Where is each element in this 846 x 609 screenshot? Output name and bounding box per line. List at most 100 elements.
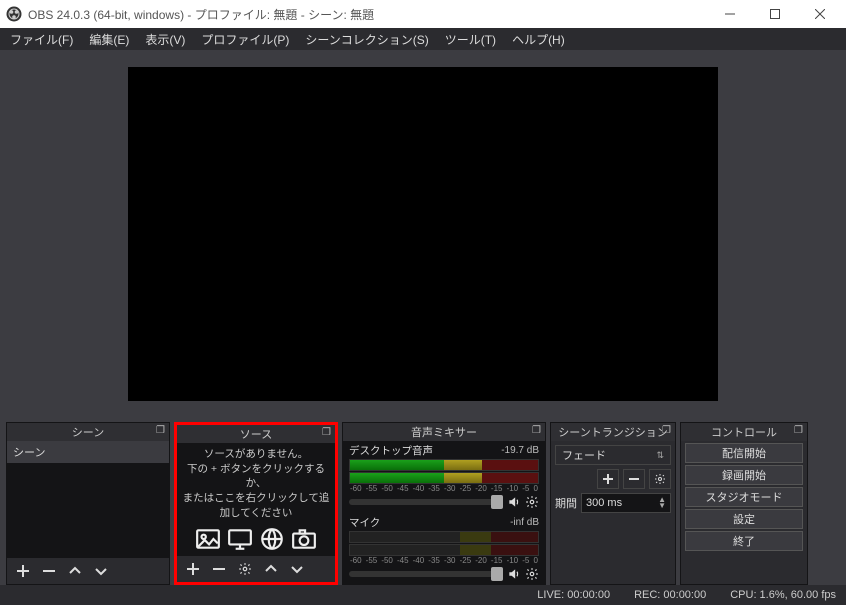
close-button[interactable] (797, 0, 842, 28)
speaker-icon[interactable] (507, 495, 521, 509)
preview-area (0, 50, 846, 418)
transition-selected: フェード (562, 447, 606, 463)
add-transition-button[interactable] (597, 469, 619, 489)
popout-icon[interactable]: ❐ (156, 425, 165, 436)
source-up-button[interactable] (259, 558, 283, 580)
source-down-button[interactable] (285, 558, 309, 580)
studio-mode-button[interactable]: スタジオモード (685, 487, 803, 507)
meter-scale: -60-55-50-45-40-35-30-25-20-15-10-50 (349, 556, 539, 565)
window-title: OBS 24.0.3 (64-bit, windows) - プロファイル: 無… (28, 6, 707, 23)
remove-scene-button[interactable] (37, 560, 61, 582)
menu-view[interactable]: 表示(V) (137, 29, 193, 50)
audio-meter (349, 459, 539, 471)
sources-list[interactable]: ソースがありません。 下の + ボタンをクリックするか、 またはここを右クリック… (177, 443, 335, 556)
speaker-icon[interactable] (507, 567, 521, 581)
controls-body: 配信開始 録画開始 スタジオモード 設定 終了 (681, 441, 807, 584)
maximize-button[interactable] (752, 0, 797, 28)
scenes-dock-header: シーン ❐ (7, 423, 169, 441)
menu-edit[interactable]: 編集(E) (81, 29, 137, 50)
menu-tools[interactable]: ツール(T) (437, 29, 504, 50)
status-cpu: CPU: 1.6%, 60.00 fps (730, 589, 836, 601)
mixer-channel-name: マイク (349, 515, 380, 530)
transition-dock: シーントランジション ❐ フェード ⇅ 期間 300 ms ▲▼ (550, 422, 676, 585)
transition-settings-button[interactable] (649, 469, 671, 489)
docks-row: シーン ❐ シーン ソース ❐ ソースがありません。 下の + ボタンをクリック… (0, 418, 846, 585)
remove-transition-button[interactable] (623, 469, 645, 489)
sources-dock-header: ソース ❐ (177, 425, 335, 443)
preview-canvas[interactable] (128, 67, 718, 401)
chevron-updown-icon: ⇅ (656, 450, 664, 461)
transition-duration-label: 期間 (555, 495, 577, 511)
scenes-toolbar (7, 558, 169, 584)
sources-dock-title: ソース (240, 426, 272, 442)
scenes-dock-title: シーン (72, 424, 104, 440)
mixer-body: デスクトップ音声 -19.7 dB -60-55-50-45-40-35-30-… (343, 441, 545, 584)
exit-button[interactable]: 終了 (685, 531, 803, 551)
source-properties-button[interactable] (233, 558, 257, 580)
sources-empty-state: ソースがありません。 下の + ボタンをクリックするか、 またはここを右クリック… (177, 443, 335, 556)
window-titlebar: OBS 24.0.3 (64-bit, windows) - プロファイル: 無… (0, 0, 846, 28)
popout-icon[interactable]: ❐ (794, 425, 803, 436)
menu-profile[interactable]: プロファイル(P) (193, 29, 297, 50)
sources-empty-line1: ソースがありません。 (204, 447, 308, 462)
mixer-dock-header: 音声ミキサー ❐ (343, 423, 545, 441)
settings-button[interactable]: 設定 (685, 509, 803, 529)
mixer-channel-name: デスクトップ音声 (349, 443, 433, 458)
audio-meter (349, 531, 539, 543)
transition-duration-value: 300 ms (586, 497, 622, 509)
popout-icon[interactable]: ❐ (662, 425, 671, 436)
audio-meter (349, 472, 539, 484)
camera-icon (291, 526, 317, 552)
sources-empty-line3: またはここを右クリックして追加してください (181, 491, 331, 520)
transition-duration-input[interactable]: 300 ms ▲▼ (581, 493, 671, 513)
start-streaming-button[interactable]: 配信開始 (685, 443, 803, 463)
controls-dock: コントロール ❐ 配信開始 録画開始 スタジオモード 設定 終了 (680, 422, 808, 585)
volume-slider[interactable] (349, 499, 503, 505)
mixer-channel-desktop: デスクトップ音声 -19.7 dB -60-55-50-45-40-35-30-… (343, 441, 545, 513)
display-icon (227, 526, 253, 552)
status-rec: REC: 00:00:00 (634, 589, 706, 601)
globe-icon (259, 526, 285, 552)
spinner-icon[interactable]: ▲▼ (658, 497, 666, 509)
statusbar: LIVE: 00:00:00 REC: 00:00:00 CPU: 1.6%, … (0, 585, 846, 605)
mixer-channel-db: -inf dB (510, 517, 539, 528)
transition-dock-title: シーントランジション (558, 424, 667, 440)
sources-toolbar (177, 556, 335, 582)
scene-down-button[interactable] (89, 560, 113, 582)
gear-icon[interactable] (525, 567, 539, 581)
transition-dock-header: シーントランジション ❐ (551, 423, 675, 441)
audio-meter (349, 544, 539, 556)
mixer-channel-mic: マイク -inf dB -60-55-50-45-40-35-30-25-20-… (343, 513, 545, 584)
popout-icon[interactable]: ❐ (532, 425, 541, 436)
controls-dock-title: コントロール (711, 424, 777, 440)
menu-help[interactable]: ヘルプ(H) (504, 29, 573, 50)
app-icon (6, 6, 22, 22)
status-live: LIVE: 00:00:00 (537, 589, 610, 601)
minimize-button[interactable] (707, 0, 752, 28)
add-source-button[interactable] (181, 558, 205, 580)
menubar: ファイル(F) 編集(E) 表示(V) プロファイル(P) シーンコレクション(… (0, 28, 846, 50)
sources-empty-line2: 下の + ボタンをクリックするか、 (181, 462, 331, 491)
mixer-dock-title: 音声ミキサー (411, 424, 477, 440)
add-scene-button[interactable] (11, 560, 35, 582)
controls-dock-header: コントロール ❐ (681, 423, 807, 441)
menu-file[interactable]: ファイル(F) (2, 29, 81, 50)
scene-up-button[interactable] (63, 560, 87, 582)
mixer-channel-db: -19.7 dB (501, 445, 539, 456)
image-icon (195, 526, 221, 552)
transition-body: フェード ⇅ 期間 300 ms ▲▼ (551, 441, 675, 584)
mixer-dock: 音声ミキサー ❐ デスクトップ音声 -19.7 dB -60-55-50-45-… (342, 422, 546, 585)
remove-source-button[interactable] (207, 558, 231, 580)
menu-scene-collection[interactable]: シーンコレクション(S) (297, 29, 436, 50)
sources-empty-icons (195, 526, 317, 552)
scenes-dock: シーン ❐ シーン (6, 422, 170, 585)
volume-slider[interactable] (349, 571, 503, 577)
meter-scale: -60-55-50-45-40-35-30-25-20-15-10-50 (349, 484, 539, 493)
transition-select[interactable]: フェード ⇅ (555, 445, 671, 465)
sources-dock: ソース ❐ ソースがありません。 下の + ボタンをクリックするか、 またはここ… (174, 422, 338, 585)
gear-icon[interactable] (525, 495, 539, 509)
popout-icon[interactable]: ❐ (322, 427, 331, 438)
scenes-list[interactable]: シーン (7, 441, 169, 558)
scene-item[interactable]: シーン (7, 441, 169, 463)
start-recording-button[interactable]: 録画開始 (685, 465, 803, 485)
